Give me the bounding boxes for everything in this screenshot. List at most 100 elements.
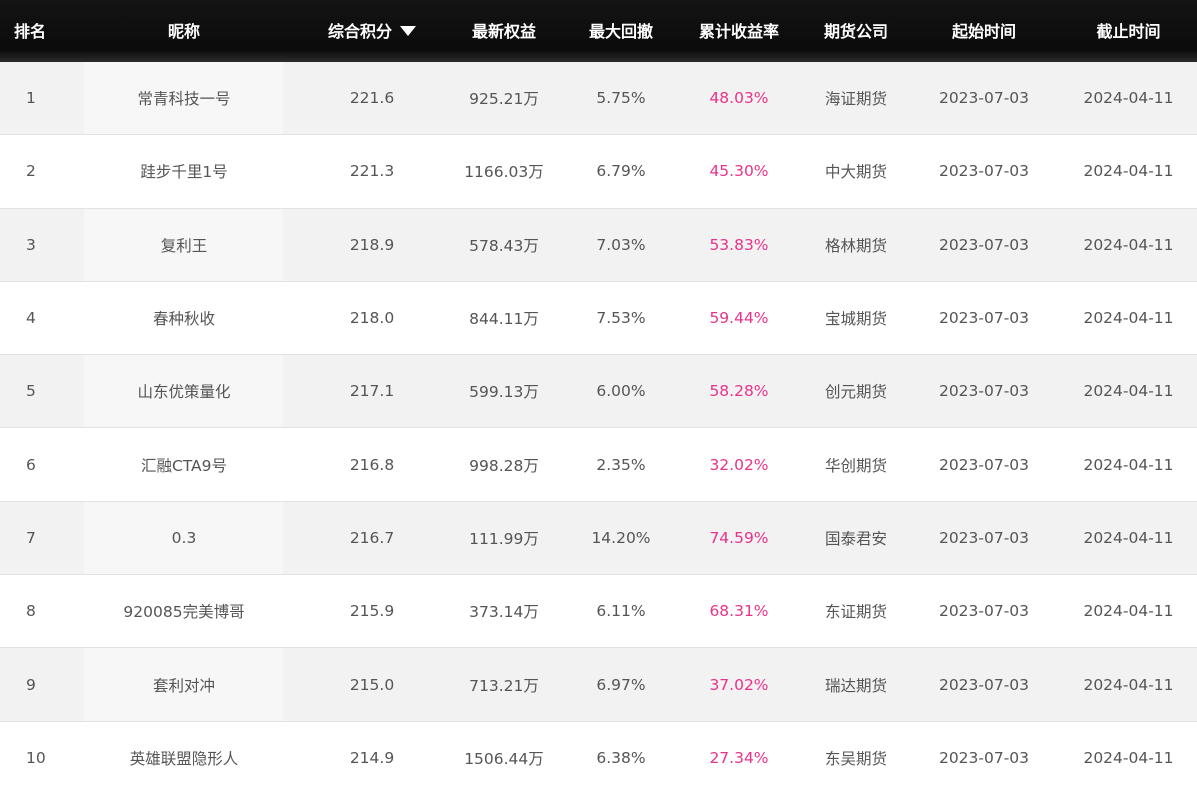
cell-start-time: 2023-07-03: [938, 455, 1030, 474]
cell-nickname[interactable]: 920085完美博哥: [64, 600, 304, 622]
cell-return-rate: 45.30%: [709, 162, 769, 181]
table-header: 排名 昵称 综合积分 最新权益 最大回撤 累计收益率 期货公司 起始时间 截止时…: [0, 0, 1197, 66]
cell-end-time: 2024-04-11: [1083, 748, 1174, 767]
cell-drawdown: 5.75%: [596, 89, 646, 108]
cell-company: 中大期货: [824, 163, 887, 182]
cell-start-time: 2023-07-03: [938, 382, 1030, 401]
cell-start-time: 2023-07-03: [938, 528, 1030, 547]
cell-company: 宝城期货: [824, 310, 887, 329]
cell-end-time: 2024-04-11: [1083, 602, 1174, 621]
cell-end-time: 2024-04-11: [1083, 89, 1174, 108]
cell-drawdown: 7.53%: [596, 309, 646, 328]
table-row[interactable]: 2 跬步千里1号 221.3 1166.03万 6.79% 45.30% 中大期…: [0, 135, 1197, 209]
cell-equity: 713.21万: [469, 676, 539, 695]
cell-nickname[interactable]: 0.3: [64, 529, 304, 547]
cell-start-time: 2023-07-03: [938, 748, 1030, 767]
table-row[interactable]: 4 春种秋收 218.0 844.11万 7.53% 59.44% 宝城期货 2…: [0, 281, 1197, 356]
header-start-time[interactable]: 起始时间: [908, 0, 1060, 62]
cell-rank: 1: [26, 89, 36, 108]
cell-end-time: 2024-04-11: [1083, 382, 1174, 401]
cell-drawdown: 14.20%: [591, 528, 651, 547]
header-end-time[interactable]: 截止时间: [1060, 0, 1197, 62]
cell-start-time: 2023-07-03: [938, 235, 1030, 254]
cell-end-time: 2024-04-11: [1083, 309, 1174, 328]
table-row[interactable]: 9 套利对冲 215.0 713.21万 6.97% 37.02% 瑞达期货 2…: [0, 648, 1197, 722]
cell-company: 国泰君安: [824, 529, 887, 548]
cell-nickname[interactable]: 复利王: [64, 234, 304, 256]
cell-rank: 10: [26, 748, 46, 767]
cell-start-time: 2023-07-03: [938, 602, 1030, 621]
cell-nickname[interactable]: 跬步千里1号: [64, 160, 304, 182]
cell-rank: 7: [26, 528, 36, 547]
table-row[interactable]: 6 汇融CTA9号 216.8 998.28万 2.35% 32.02% 华创期…: [0, 428, 1197, 502]
cell-start-time: 2023-07-03: [938, 675, 1030, 694]
table-row[interactable]: 1 常青科技一号 221.6 925.21万 5.75% 48.03% 海证期货…: [0, 62, 1197, 136]
cell-return-rate: 48.03%: [709, 89, 769, 108]
header-drawdown[interactable]: 最大回撤: [568, 0, 674, 62]
cell-rank: 5: [26, 382, 36, 401]
header-equity[interactable]: 最新权益: [440, 0, 568, 62]
header-return-rate[interactable]: 累计收益率: [674, 0, 804, 62]
cell-return-rate: 27.34%: [709, 748, 769, 767]
cell-end-time: 2024-04-11: [1083, 455, 1174, 474]
cell-nickname[interactable]: 套利对冲: [64, 674, 304, 696]
cell-company: 海证期货: [824, 90, 887, 109]
cell-return-rate: 68.31%: [709, 602, 769, 621]
table-row[interactable]: 3 复利王 218.9 578.43万 7.03% 53.83% 格林期货 20…: [0, 208, 1197, 282]
cell-company: 东证期货: [824, 603, 887, 622]
cell-equity: 111.99万: [469, 529, 539, 548]
cell-start-time: 2023-07-03: [938, 89, 1030, 108]
cell-score: 217.1: [349, 382, 395, 401]
cell-equity: 373.14万: [469, 603, 539, 622]
cell-drawdown: 6.38%: [596, 748, 646, 767]
cell-rank: 4: [26, 309, 36, 328]
cell-score: 221.3: [349, 162, 395, 181]
cell-company: 东吴期货: [824, 749, 887, 768]
cell-nickname[interactable]: 山东优策量化: [64, 380, 304, 402]
cell-score: 218.9: [349, 235, 395, 254]
cell-end-time: 2024-04-11: [1083, 675, 1174, 694]
table-row[interactable]: 7 0.3 216.7 111.99万 14.20% 74.59% 国泰君安 2…: [0, 501, 1197, 576]
cell-score: 218.0: [349, 309, 395, 328]
cell-company: 创元期货: [824, 383, 887, 402]
cell-equity: 844.11万: [469, 310, 539, 329]
cell-nickname[interactable]: 春种秋收: [64, 307, 304, 329]
cell-drawdown: 6.79%: [596, 162, 646, 181]
table-row[interactable]: 5 山东优策量化 217.1 599.13万 6.00% 58.28% 创元期货…: [0, 355, 1197, 429]
cell-score: 214.9: [349, 748, 395, 767]
cell-return-rate: 58.28%: [709, 382, 769, 401]
header-rank[interactable]: 排名: [0, 0, 64, 62]
header-nickname[interactable]: 昵称: [64, 0, 304, 62]
header-score[interactable]: 综合积分: [304, 0, 440, 62]
cell-company: 瑞达期货: [824, 676, 887, 695]
header-score-label: 综合积分: [327, 22, 392, 41]
cell-company: 格林期货: [824, 236, 887, 255]
cell-equity: 925.21万: [469, 90, 539, 109]
cell-end-time: 2024-04-11: [1083, 235, 1174, 254]
cell-rank: 8: [26, 602, 36, 621]
cell-nickname[interactable]: 英雄联盟隐形人: [64, 747, 304, 769]
cell-drawdown: 6.00%: [596, 382, 646, 401]
cell-equity: 998.28万: [469, 456, 539, 475]
table-body: 1 常青科技一号 221.6 925.21万 5.75% 48.03% 海证期货…: [0, 62, 1197, 794]
cell-equity: 1506.44万: [464, 749, 544, 768]
cell-drawdown: 7.03%: [596, 235, 646, 254]
header-company[interactable]: 期货公司: [804, 0, 908, 62]
cell-end-time: 2024-04-11: [1083, 528, 1174, 547]
cell-nickname[interactable]: 常青科技一号: [64, 87, 304, 109]
cell-end-time: 2024-04-11: [1083, 162, 1174, 181]
ranking-table: 排名 昵称 综合积分 最新权益 最大回撤 累计收益率 期货公司 起始时间 截止时…: [0, 0, 1197, 794]
table-row[interactable]: 8 920085完美博哥 215.9 373.14万 6.11% 68.31% …: [0, 575, 1197, 649]
cell-return-rate: 37.02%: [709, 675, 769, 694]
cell-drawdown: 2.35%: [596, 455, 646, 474]
caret-down-icon[interactable]: [400, 26, 416, 36]
cell-rank: 6: [26, 455, 36, 474]
cell-nickname[interactable]: 汇融CTA9号: [64, 454, 304, 476]
cell-rank: 2: [26, 162, 36, 181]
table-row[interactable]: 10 英雄联盟隐形人 214.9 1506.44万 6.38% 27.34% 东…: [0, 721, 1197, 794]
cell-drawdown: 6.97%: [596, 675, 646, 694]
cell-return-rate: 32.02%: [709, 455, 769, 474]
cell-equity: 578.43万: [469, 236, 539, 255]
cell-drawdown: 6.11%: [596, 602, 646, 621]
cell-return-rate: 59.44%: [709, 309, 769, 328]
